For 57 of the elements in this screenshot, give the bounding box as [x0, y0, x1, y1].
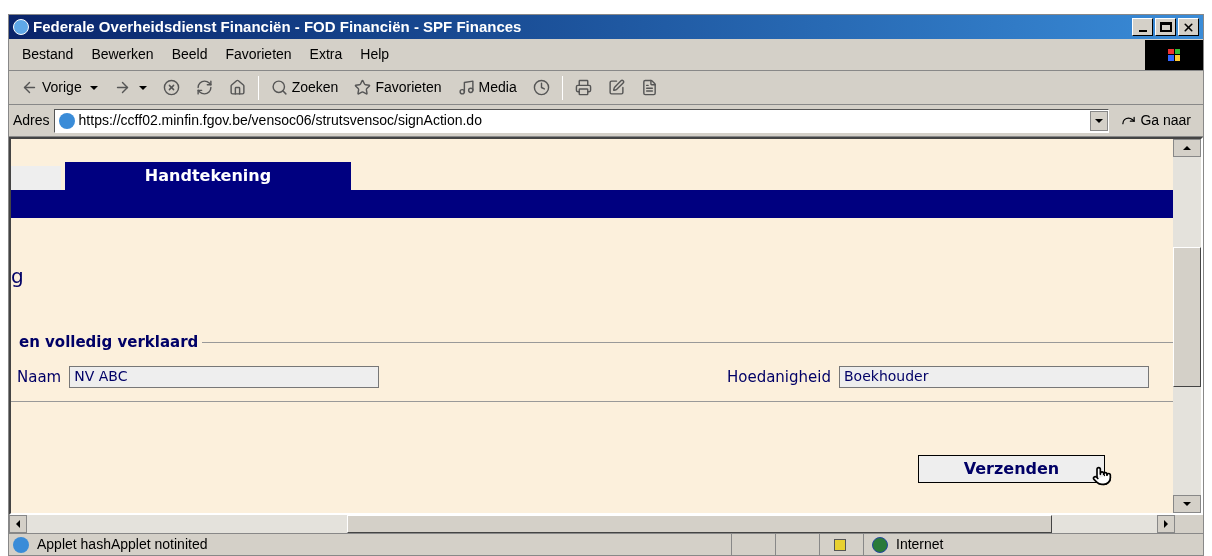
windows-logo-icon	[1145, 39, 1203, 70]
scroll-down-button[interactable]	[1173, 495, 1201, 513]
printer-icon	[574, 79, 592, 96]
tab[interactable]: Handtekening	[65, 162, 351, 190]
search-icon	[270, 79, 288, 96]
field-label: Naam	[17, 366, 62, 388]
scroll-down-icon	[1183, 500, 1191, 508]
back-arrow-icon	[21, 79, 38, 96]
scroll-up-button[interactable]	[1173, 139, 1201, 157]
maximize-icon	[1159, 22, 1172, 32]
history-icon	[532, 79, 550, 96]
dropdown-button[interactable]	[1090, 110, 1109, 131]
scroll-thumb[interactable]	[1173, 247, 1201, 387]
scroll-left-button[interactable]	[9, 515, 27, 533]
dropdown-caret-icon	[89, 83, 98, 92]
menu-item[interactable]: Extra	[300, 44, 352, 65]
zone-text: Internet	[896, 535, 944, 554]
go-button[interactable]: Ga naar	[1113, 110, 1199, 131]
favorites-icon	[354, 79, 372, 96]
back-button[interactable]: Vorige	[13, 73, 106, 102]
scroll-left-icon	[14, 520, 22, 528]
menu-item[interactable]: Bewerken	[82, 44, 163, 65]
scroll-up-icon	[1183, 144, 1191, 152]
refresh-icon	[195, 79, 213, 96]
page-heading: g	[11, 266, 25, 286]
menu-item[interactable]: Bestand	[13, 44, 83, 65]
home-icon	[228, 79, 246, 96]
stop-icon	[162, 79, 180, 96]
dropdown-arrow-icon	[1095, 116, 1104, 125]
scroll-right-button[interactable]	[1157, 515, 1175, 533]
hand-cursor-icon	[1092, 466, 1112, 486]
close-icon	[1182, 20, 1195, 34]
scroll-thumb[interactable]	[347, 515, 1052, 533]
status-text: Applet hashApplet notinited	[37, 535, 209, 554]
menu-item[interactable]: Favorieten	[216, 44, 301, 65]
address-field[interactable]: https://ccff02.minfin.fgov.be/vensoc06/strutsvensoc/signAction.do	[53, 108, 1110, 133]
menu-item[interactable]: Beeld	[162, 44, 217, 65]
search-button[interactable]: Zoeken	[262, 73, 347, 102]
text-field[interactable]: NV ABC	[69, 365, 380, 388]
maximize-button[interactable]	[1155, 18, 1176, 36]
text-field[interactable]: Boekhouder	[839, 365, 1149, 388]
window-title: Federale Overheidsdienst Financiën - FOD Financiën - SPF Finances	[33, 16, 523, 37]
media-icon	[457, 79, 475, 96]
dropdown-caret-icon	[138, 83, 147, 92]
close-button[interactable]	[1178, 18, 1199, 36]
menu-item[interactable]: Help	[351, 44, 399, 65]
favorites-button[interactable]: Favorieten	[346, 73, 450, 102]
minimize-icon	[1138, 30, 1147, 32]
vertical-scrollbar[interactable]	[1173, 139, 1201, 513]
horizontal-scrollbar[interactable]	[9, 515, 1175, 533]
media-button[interactable]: Media	[449, 73, 525, 102]
edit-icon	[607, 79, 625, 96]
minimize-button[interactable]	[1132, 18, 1153, 36]
address-label: Adres	[13, 111, 50, 130]
fieldset-legend: en volledig verklaard	[19, 331, 203, 354]
field-label: Hoedanigheid	[726, 366, 831, 388]
scroll-right-icon	[1162, 520, 1170, 528]
